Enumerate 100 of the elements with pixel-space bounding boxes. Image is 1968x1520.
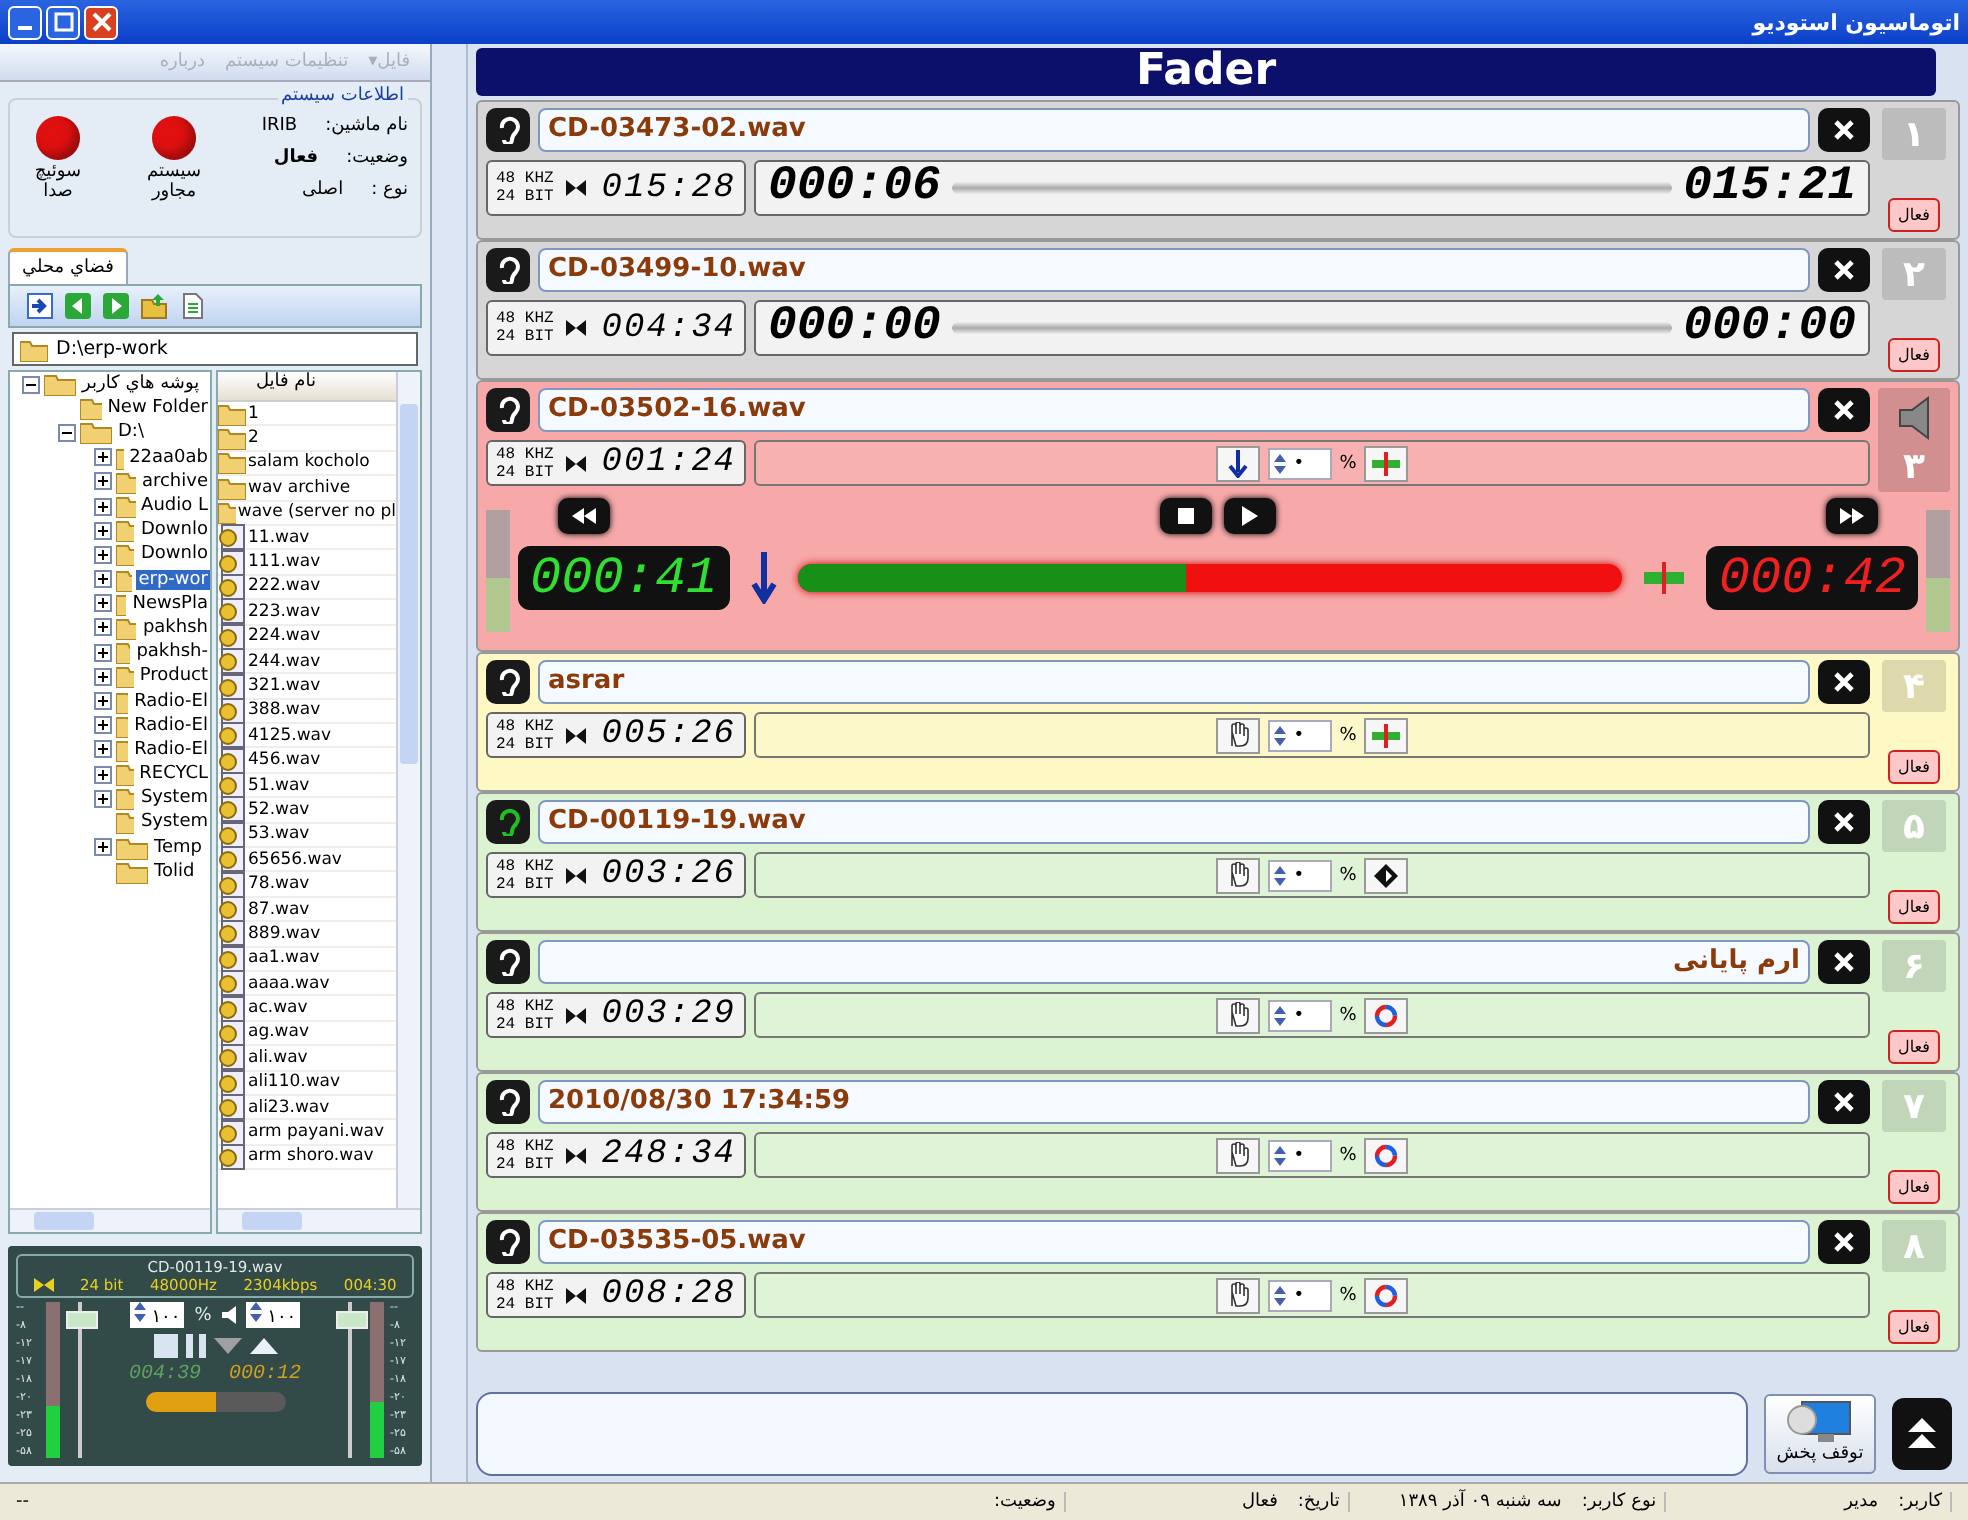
file-item[interactable]: aaaa.wav bbox=[248, 973, 330, 994]
expander-icon[interactable] bbox=[94, 643, 112, 662]
hand-icon[interactable] bbox=[1215, 857, 1260, 893]
offset-spinner[interactable]: • bbox=[1267, 1139, 1332, 1171]
file-item[interactable]: 456.wav bbox=[248, 750, 321, 771]
expander-icon[interactable] bbox=[22, 375, 40, 394]
tree-item[interactable]: 22aa0ab bbox=[127, 447, 210, 468]
volume-slider[interactable] bbox=[66, 1302, 94, 1458]
tree-item[interactable]: Downlo bbox=[138, 544, 210, 565]
file-item[interactable]: wave (server no pl bbox=[237, 502, 396, 523]
ear-icon[interactable] bbox=[486, 660, 530, 704]
offset-spinner[interactable]: • bbox=[1267, 859, 1332, 891]
tree-item[interactable]: پوشه هاي كاربر bbox=[80, 374, 202, 395]
horizontal-scrollbar[interactable] bbox=[10, 1208, 210, 1232]
expander-icon[interactable] bbox=[58, 423, 76, 442]
ear-icon[interactable] bbox=[486, 1220, 530, 1264]
file-item[interactable]: 11.wav bbox=[248, 527, 310, 548]
forward-icon[interactable] bbox=[102, 292, 130, 320]
ear-icon[interactable] bbox=[486, 800, 530, 844]
tree-item[interactable]: System bbox=[138, 788, 210, 809]
activate-button[interactable]: فعال bbox=[1888, 890, 1940, 924]
ring-icon[interactable] bbox=[1364, 1137, 1409, 1173]
path-field[interactable]: D:\erp-work bbox=[12, 332, 418, 366]
hand-icon[interactable] bbox=[1215, 1277, 1260, 1313]
scroll-up-button[interactable] bbox=[1892, 1398, 1952, 1470]
file-item[interactable]: 244.wav bbox=[248, 651, 321, 672]
tree-item[interactable]: System bbox=[138, 812, 210, 833]
tree-item[interactable]: Downlo bbox=[138, 520, 210, 541]
tree-item[interactable]: D:\ bbox=[116, 422, 146, 443]
expander-icon[interactable] bbox=[94, 765, 112, 784]
expander-icon[interactable] bbox=[94, 545, 112, 564]
column-header[interactable]: نام فایل bbox=[218, 372, 396, 402]
back-icon[interactable] bbox=[64, 292, 92, 320]
file-item[interactable]: 321.wav bbox=[248, 675, 321, 696]
activate-button[interactable]: فعال bbox=[1888, 198, 1940, 232]
stop-playback-button[interactable]: توقف پخش bbox=[1764, 1394, 1876, 1474]
file-item[interactable]: ali23.wav bbox=[248, 1097, 330, 1118]
tree-item[interactable]: erp-wor bbox=[136, 569, 210, 590]
file-name-field[interactable]: CD-00119-19.wav bbox=[538, 800, 1810, 844]
file-name-field[interactable]: asrar bbox=[538, 660, 1810, 704]
ear-icon[interactable] bbox=[486, 1080, 530, 1124]
triangle-up-icon[interactable] bbox=[249, 1338, 277, 1354]
expander-icon[interactable] bbox=[94, 472, 112, 491]
remove-button[interactable] bbox=[1818, 108, 1870, 152]
file-item[interactable]: 51.wav bbox=[248, 775, 310, 796]
tree-item[interactable]: Radio-El bbox=[132, 739, 210, 760]
play-button[interactable] bbox=[1224, 498, 1276, 534]
file-item[interactable]: 4125.wav bbox=[248, 725, 332, 746]
expander-icon[interactable] bbox=[94, 448, 112, 467]
file-name-field[interactable]: CD-03502-16.wav bbox=[538, 388, 1810, 432]
tree-item[interactable]: pakhsh- bbox=[134, 642, 210, 663]
stop-button[interactable] bbox=[1160, 498, 1212, 534]
expander-icon[interactable] bbox=[94, 521, 112, 540]
close-button[interactable] bbox=[84, 5, 118, 39]
ring-icon[interactable] bbox=[1364, 1277, 1409, 1313]
tree-item[interactable]: Temp bbox=[152, 837, 204, 858]
hand-icon[interactable] bbox=[1215, 997, 1260, 1033]
file-item[interactable]: 388.wav bbox=[248, 700, 321, 721]
file-item[interactable]: 111.wav bbox=[248, 552, 321, 573]
file-item[interactable]: salam kocholo bbox=[248, 452, 370, 473]
file-name-field[interactable]: CD-03473-02.wav bbox=[538, 108, 1810, 152]
file-item[interactable]: 889.wav bbox=[248, 923, 321, 944]
file-item[interactable]: ali.wav bbox=[248, 1047, 308, 1068]
remove-button[interactable] bbox=[1818, 388, 1870, 432]
remove-button[interactable] bbox=[1818, 660, 1870, 704]
file-item[interactable]: 87.wav bbox=[248, 899, 310, 919]
offset-spinner[interactable]: • bbox=[1267, 1279, 1332, 1311]
pause-icon[interactable] bbox=[185, 1334, 205, 1358]
file-item[interactable]: 78.wav bbox=[248, 874, 310, 895]
fader-icon[interactable] bbox=[1364, 445, 1409, 481]
remove-button[interactable] bbox=[1818, 248, 1870, 292]
expander-icon[interactable] bbox=[94, 594, 112, 613]
expander-icon[interactable] bbox=[94, 667, 112, 686]
activate-button[interactable]: فعال bbox=[1888, 750, 1940, 784]
triangle-down-icon[interactable] bbox=[213, 1338, 241, 1354]
tree-item[interactable]: pakhsh bbox=[140, 617, 210, 638]
expander-icon[interactable] bbox=[94, 789, 112, 808]
file-item[interactable]: 1 bbox=[248, 403, 259, 424]
offset-spinner[interactable]: • bbox=[1267, 447, 1332, 479]
expander-icon[interactable] bbox=[94, 692, 112, 711]
maximize-button[interactable] bbox=[46, 5, 80, 39]
volume-spinner[interactable]: ۱۰۰ bbox=[245, 1302, 301, 1328]
file-name-field[interactable]: 2010/08/30 17:34:59 bbox=[538, 1080, 1810, 1124]
file-item[interactable]: ali110.wav bbox=[248, 1072, 341, 1093]
expander-icon[interactable] bbox=[94, 740, 112, 759]
file-name-field[interactable]: CD-03499-10.wav bbox=[538, 248, 1810, 292]
file-item[interactable]: arm shoro.wav bbox=[248, 1146, 374, 1167]
file-item[interactable]: arm payani.wav bbox=[248, 1122, 385, 1143]
tree-item[interactable]: New Folder bbox=[105, 398, 210, 419]
stop-icon[interactable] bbox=[153, 1334, 177, 1358]
export-icon[interactable] bbox=[26, 292, 54, 320]
rewind-button[interactable] bbox=[558, 498, 610, 534]
volume-slider[interactable] bbox=[336, 1302, 364, 1458]
folder-up-icon[interactable] bbox=[140, 292, 168, 320]
file-name-field[interactable]: ارم پایانی bbox=[538, 940, 1810, 984]
tree-item[interactable]: RECYCL bbox=[137, 764, 210, 785]
tree-item[interactable]: Audio L bbox=[139, 496, 210, 517]
expander-icon[interactable] bbox=[94, 618, 112, 637]
fast-forward-button[interactable] bbox=[1826, 498, 1878, 534]
tree-item[interactable]: archive bbox=[139, 471, 210, 492]
